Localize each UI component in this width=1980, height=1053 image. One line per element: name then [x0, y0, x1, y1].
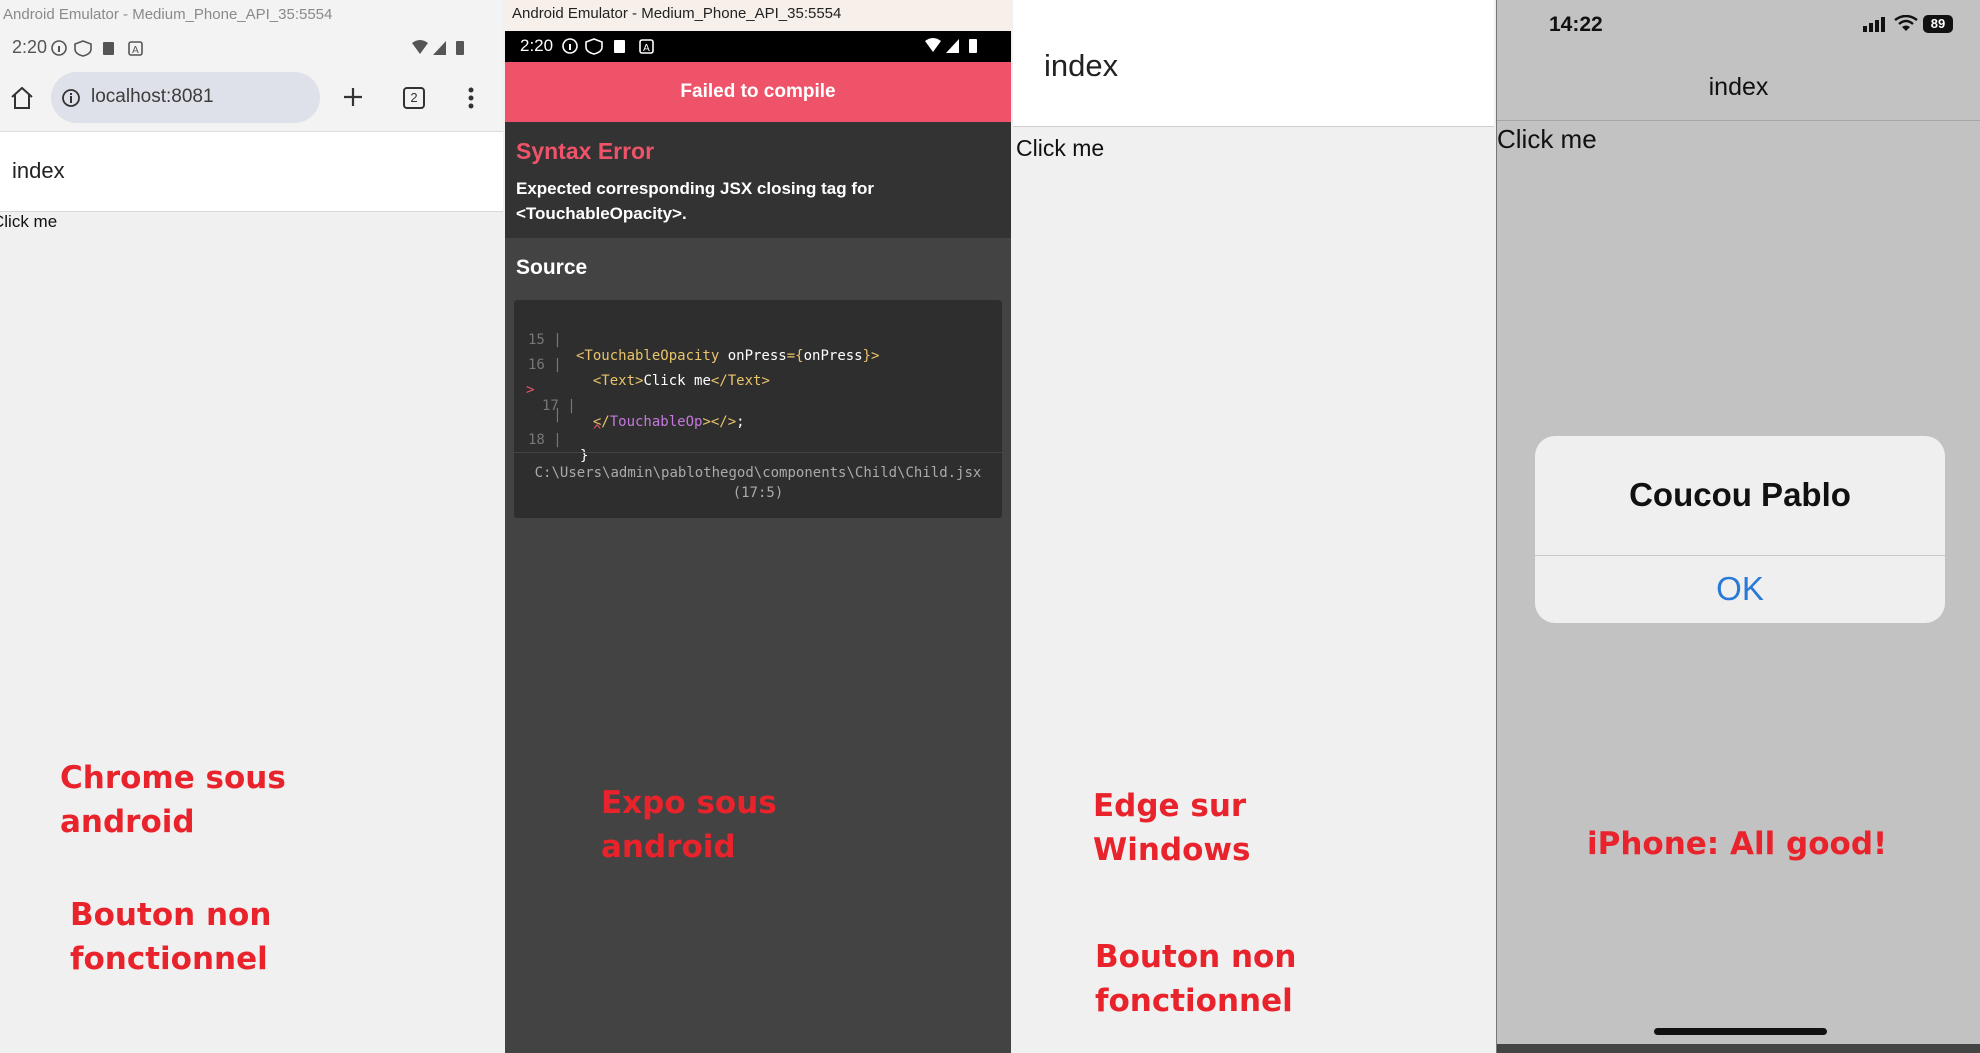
- code-line: 15 | <TouchableOpacity onPress={onPress}…: [528, 332, 880, 364]
- compile-error-banner: Failed to compile: [505, 62, 1011, 122]
- click-me-button[interactable]: Click me: [1497, 124, 1597, 155]
- annotation-caption: Chrome sous android: [60, 760, 286, 840]
- android-status-bar: 2:20 A: [0, 30, 503, 66]
- status-notification-icons: A: [562, 38, 654, 55]
- site-info-icon[interactable]: [61, 88, 81, 108]
- code-line: 16 | <Text>Click me</Text>: [528, 357, 770, 389]
- click-me-button[interactable]: Click me: [0, 212, 57, 232]
- status-signal-battery-icons: [925, 38, 977, 53]
- annotation-caption-secondary: Bouton non fonctionnel: [70, 897, 272, 977]
- error-message: Expected corresponding JSX closing tag f…: [516, 179, 875, 223]
- bottom-edge: [1497, 1044, 1980, 1053]
- app-header: index: [0, 132, 503, 212]
- code-line-error: > 17 | </TouchableOp></>;: [526, 382, 745, 430]
- error-caret: ^: [576, 423, 602, 439]
- status-signal-battery-icons: [412, 40, 464, 55]
- ios-status-bar: 14:22 89: [1497, 0, 1980, 50]
- menu-kebab-icon[interactable]: [466, 86, 476, 110]
- alert-ok-button[interactable]: OK: [1535, 555, 1945, 623]
- source-label: Source: [516, 256, 588, 279]
- code-frame: 15 | <TouchableOpacity onPress={onPress}…: [514, 300, 1002, 518]
- url-text: localhost:8081: [91, 86, 214, 107]
- annotation-caption-secondary: Bouton non fonctionnel: [1095, 939, 1297, 1019]
- page-title: index: [1044, 48, 1119, 83]
- alert-title: Coucou Pablo: [1629, 476, 1851, 513]
- error-header: Syntax Error Expected corresponding JSX …: [505, 122, 1011, 238]
- status-time: 14:22: [1549, 13, 1603, 36]
- iphone-panel: 14:22 89 index Click me Coucou Pablo OK …: [1496, 0, 1980, 1053]
- page-title: index: [12, 158, 65, 183]
- home-indicator[interactable]: [1654, 1028, 1827, 1035]
- file-path: C:\Users\admin\pablothegod\components\Ch…: [534, 465, 982, 481]
- line-number: 18: [528, 432, 545, 448]
- svg-text:A: A: [643, 43, 650, 54]
- error-title: Syntax Error: [516, 138, 655, 164]
- cellular-signal-icon: [1863, 17, 1885, 32]
- emulator-window-title: Android Emulator - Medium_Phone_API_35:5…: [0, 0, 503, 30]
- app-header: index: [1013, 0, 1494, 127]
- code-text: <Text>Click me</Text>: [576, 373, 770, 389]
- browser-toolbar: localhost:8081 2: [0, 66, 503, 132]
- android-status-bar: 2:20 A: [505, 31, 1011, 62]
- wifi-icon: [1894, 15, 1918, 31]
- edge-windows-panel: index Click me Edge sur Windows Bouton n…: [1013, 0, 1494, 1053]
- code-line: 18 | }: [528, 432, 589, 464]
- status-time: 2:20: [12, 37, 48, 57]
- status-notification-icons: A: [51, 40, 143, 57]
- tab-switcher-button[interactable]: 2: [403, 87, 425, 109]
- annotation-caption: iPhone: All good!: [1587, 826, 1888, 862]
- emulator-window-title: Android Emulator - Medium_Phone_API_35:5…: [505, 0, 1011, 31]
- file-position: (17:5): [732, 485, 784, 501]
- new-tab-icon[interactable]: [341, 85, 365, 109]
- address-bar[interactable]: localhost:8081: [51, 72, 320, 123]
- click-me-button[interactable]: Click me: [1016, 135, 1104, 162]
- nav-bar: index: [1497, 50, 1980, 121]
- code-text: <TouchableOpacity onPress={onPress}>: [576, 348, 880, 364]
- battery-indicator: 89: [1923, 15, 1953, 33]
- expo-android-panel: Android Emulator - Medium_Phone_API_35:5…: [505, 0, 1011, 1053]
- status-time: 2:20: [520, 36, 554, 55]
- code-line-caret: | ^: [528, 407, 602, 439]
- alert-dialog: Coucou Pablo OK: [1535, 436, 1945, 623]
- svg-text:A: A: [132, 45, 139, 56]
- annotation-caption: Edge sur Windows: [1093, 788, 1251, 868]
- annotation-caption: Expo sous android: [601, 785, 777, 865]
- file-location: C:\Users\admin\pablothegod\components\Ch…: [514, 452, 1002, 503]
- home-icon[interactable]: [9, 85, 35, 111]
- chrome-android-panel: Android Emulator - Medium_Phone_API_35:5…: [0, 0, 503, 1053]
- page-title: index: [1708, 73, 1769, 101]
